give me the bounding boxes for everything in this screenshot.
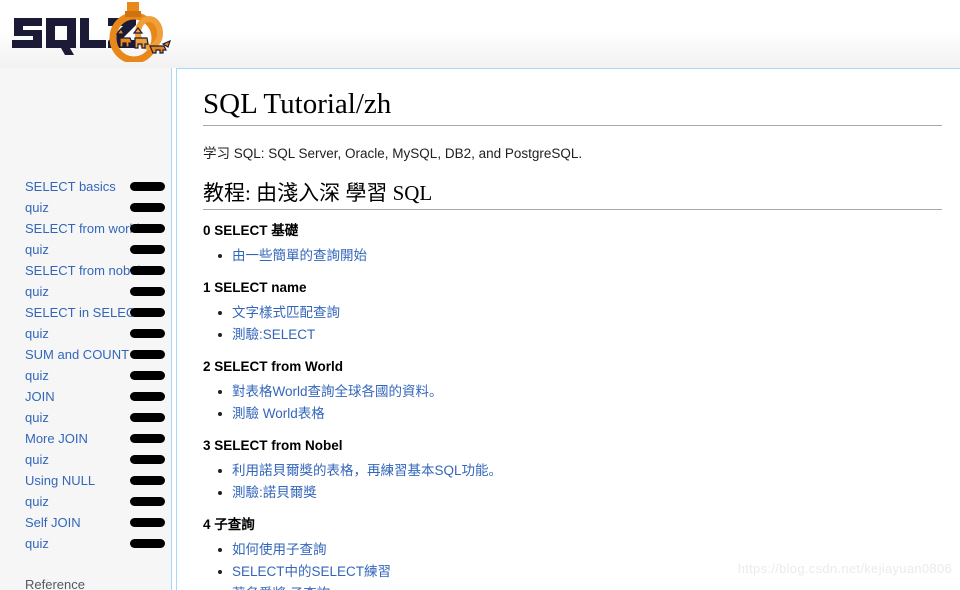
sidebar-item-label: SUM and COUNT — [25, 347, 130, 362]
section-link-list: 由一些簡單的查詢開始 — [203, 245, 942, 267]
progress-pill-icon — [130, 371, 165, 380]
sidebar-item-label: quiz — [25, 200, 49, 215]
section-title: 1 SELECT name — [203, 280, 307, 295]
progress-pill-icon — [130, 266, 165, 275]
sidebar-item-quiz[interactable]: quiz — [0, 533, 172, 554]
progress-pill-icon — [130, 224, 165, 233]
list-item: 測驗:諾貝爾獎 — [203, 482, 942, 504]
section-heading: 教程: 由淺入深 學習 SQL — [203, 180, 942, 210]
list-item: 如何使用子查詢 — [203, 539, 942, 561]
sidebar-item-quiz[interactable]: quiz — [0, 491, 172, 512]
progress-pill-icon — [130, 350, 165, 359]
progress-pill-icon — [130, 518, 165, 527]
list-item: 對表格World查詢全球各國的資料。 — [203, 381, 942, 403]
progress-pill-icon — [130, 476, 165, 485]
list-item: 由一些簡單的查詢開始 — [203, 245, 942, 267]
tutorial-link[interactable]: 由一些簡單的查詢開始 — [232, 248, 367, 263]
tutorial-link[interactable]: 測驗:SELECT — [232, 327, 315, 342]
sidebar-item-quiz[interactable]: quiz — [0, 239, 172, 260]
progress-pill-icon — [130, 329, 165, 338]
tutorial-link[interactable]: 對表格World查詢全球各國的資料。 — [232, 384, 443, 399]
section-link-list: 對表格World查詢全球各國的資料。 測驗 World表格 — [203, 381, 942, 425]
tutorial-link[interactable]: 文字樣式匹配查詢 — [232, 305, 340, 320]
section-title: 2 SELECT from World — [203, 359, 344, 374]
sidebar-item-label: SELECT in SELECT — [25, 305, 144, 320]
list-item: SELECT中的SELECT練習 — [203, 561, 942, 583]
tutorial-sections: 0 SELECT 基礎由一些簡單的查詢開始 1 SELECT name 文字樣式匹配… — [203, 221, 942, 590]
sidebar-item-label: quiz — [25, 410, 49, 425]
site-header — [0, 0, 960, 68]
sidebar-item-quiz[interactable]: quiz — [0, 197, 172, 218]
progress-pill-icon — [130, 287, 165, 296]
sidebar-item-label: SELECT from nobel — [25, 263, 141, 278]
lead-paragraph: 学习 SQL: SQL Server, Oracle, MySQL, DB2, … — [203, 146, 583, 161]
main-content: SQL Tutorial/zh 学习 SQL: SQL Server, Orac… — [176, 68, 960, 590]
sidebar-item-label: More JOIN — [25, 431, 88, 446]
progress-pill-icon — [130, 455, 165, 464]
section-title: 0 SELECT 基礎 — [203, 223, 299, 238]
section-link-list: 文字樣式匹配查詢 測驗:SELECT — [203, 302, 942, 346]
progress-pill-icon — [130, 245, 165, 254]
tutorial-link[interactable]: 利用諾貝爾獎的表格，再練習基本SQL功能。 — [232, 463, 502, 478]
sidebar: SELECT basics quiz SELECT from world quiz SE… — [0, 68, 172, 590]
sidebar-item-quiz[interactable]: quiz — [0, 365, 172, 386]
list-item: 測驗:SELECT — [203, 324, 942, 346]
sidebar-item-label: quiz — [25, 242, 49, 257]
progress-pill-icon — [130, 434, 165, 443]
sidebar-item-join[interactable]: JOIN — [0, 386, 172, 407]
sidebar-item-label: quiz — [25, 284, 49, 299]
sidebar-item-label: quiz — [25, 494, 49, 509]
section-link-list: 如何使用子查詢 SELECT中的SELECT練習著名愛將 子查詢 — [203, 539, 942, 590]
progress-pill-icon — [130, 497, 165, 506]
page-title: SQL Tutorial/zh — [203, 87, 942, 126]
page-root: SELECT basics quiz SELECT from world quiz SE… — [0, 0, 960, 590]
sidebar-item-self-join[interactable]: Self JOIN — [0, 512, 172, 533]
sidebar-item-quiz[interactable]: quiz — [0, 281, 172, 302]
tutorial-link[interactable]: 著名愛將 子查詢 — [232, 586, 330, 590]
progress-pill-icon — [130, 392, 165, 401]
sidebar-item-label: quiz — [25, 452, 49, 467]
sidebar-item-label: quiz — [25, 368, 49, 383]
tutorial-link[interactable]: 測驗 World表格 — [232, 406, 325, 421]
tutorial-link[interactable]: SELECT中的SELECT練習 — [232, 564, 391, 579]
list-item: 利用諾貝爾獎的表格，再練習基本SQL功能。 — [203, 460, 942, 482]
sidebar-item-label: Reference — [25, 577, 85, 590]
section-title: 4 子查詢 — [203, 517, 255, 532]
sidebar-item-label: JOIN — [25, 389, 55, 404]
sidebar-nav-list: SELECT basics quiz SELECT from world quiz SE… — [0, 176, 172, 590]
tutorial-link[interactable]: 如何使用子查詢 — [232, 542, 327, 557]
sidebar-item-label: quiz — [25, 326, 49, 341]
progress-pill-icon — [130, 308, 165, 317]
sidebar-item-reference: Reference — [0, 574, 172, 590]
sidebar-item-quiz[interactable]: quiz — [0, 449, 172, 470]
progress-pill-icon — [130, 413, 165, 422]
sidebar-item-label: quiz — [25, 536, 49, 551]
sidebar-item-sum-and-count[interactable]: SUM and COUNT — [0, 344, 172, 365]
section-link-list: 利用諾貝爾獎的表格，再練習基本SQL功能。 測驗:諾貝爾獎 — [203, 460, 942, 504]
sidebar-item-label: SELECT basics — [25, 179, 116, 194]
sidebar-item-quiz[interactable]: quiz — [0, 323, 172, 344]
sidebar-item-more-join[interactable]: More JOIN — [0, 428, 172, 449]
sidebar-item-label: SELECT from world — [25, 221, 140, 236]
sidebar-item-select-from-nobel[interactable]: SELECT from nobel — [0, 260, 172, 281]
section-title: 3 SELECT from Nobel — [203, 438, 343, 453]
sqlzoo-logo[interactable] — [8, 2, 173, 64]
sidebar-item-select-from-world[interactable]: SELECT from world — [0, 218, 172, 239]
sidebar-item-label: Using NULL — [25, 473, 96, 488]
list-item: 文字樣式匹配查詢 — [203, 302, 942, 324]
sidebar-item-select-basics[interactable]: SELECT basics — [0, 176, 172, 197]
list-item: 著名愛將 子查詢 — [203, 583, 942, 590]
progress-pill-icon — [130, 539, 165, 548]
sidebar-item-select-in-select[interactable]: SELECT in SELECT — [0, 302, 172, 323]
progress-pill-icon — [130, 203, 165, 212]
sidebar-item-using-null[interactable]: Using NULL — [0, 470, 172, 491]
progress-pill-icon — [130, 182, 165, 191]
list-item: 測驗 World表格 — [203, 403, 942, 425]
sidebar-item-quiz[interactable]: quiz — [0, 407, 172, 428]
sidebar-item-label: Self JOIN — [25, 515, 81, 530]
tutorial-link[interactable]: 測驗:諾貝爾獎 — [232, 485, 317, 500]
